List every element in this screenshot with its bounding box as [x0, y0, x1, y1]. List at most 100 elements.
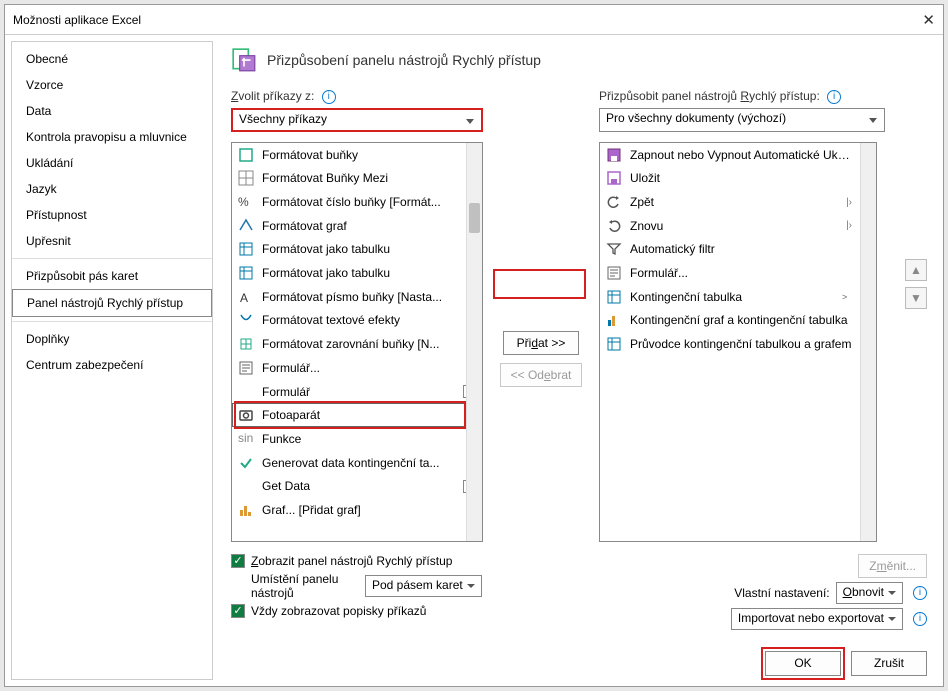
list-item[interactable]: AFormátovat písmo buňky [Nasta...: [232, 285, 482, 309]
item-label: Kontingenční graf a kontingenční tabulka: [630, 313, 852, 327]
item-label: Formátovat Buňky Mezi: [262, 171, 458, 185]
show-qat-checkbox-row[interactable]: ✓ Zobrazit panel nástrojů Rychlý přístup: [231, 554, 571, 568]
item-label: Formátovat graf: [262, 219, 458, 233]
add-button[interactable]: Přidat >>: [503, 331, 579, 355]
list-item[interactable]: Automatický filtr: [600, 238, 858, 262]
svg-text:%: %: [238, 195, 249, 209]
help-icon[interactable]: i: [913, 586, 927, 600]
commands-listbox[interactable]: Formátovat buňky Formátovat Buňky Mezi% Fo…: [231, 142, 483, 542]
command-icon: A: [238, 289, 254, 305]
svg-text:sinθ: sinθ: [238, 431, 254, 445]
list-item[interactable]: % Formátovat číslo buňky [Formát...: [232, 190, 482, 214]
sidebar-item[interactable]: Obecné: [12, 46, 212, 72]
scrollbar[interactable]: [466, 143, 482, 541]
list-item[interactable]: Průvodce kontingenční tabulkou a grafem: [600, 332, 858, 356]
list-item[interactable]: Uložit: [600, 167, 858, 191]
item-label: Uložit: [630, 171, 852, 185]
sidebar-item[interactable]: Doplňky: [12, 326, 212, 352]
list-item[interactable]: Formátovat zarovnání buňky [N...: [232, 332, 482, 356]
command-icon: [606, 194, 622, 210]
reorder-buttons: ▲ ▼: [905, 259, 927, 542]
middle-buttons: Přidat >> << Odebrat: [495, 89, 587, 542]
main-panel: Přizpůsobení panelu nástrojů Rychlý přís…: [219, 35, 943, 686]
command-icon: [238, 384, 254, 400]
reset-dropdown[interactable]: Obnovit: [836, 582, 903, 604]
sidebar-item[interactable]: Ukládání: [12, 150, 212, 176]
separator: [12, 258, 212, 259]
item-label: Formátovat buňky: [262, 148, 458, 162]
item-label: Generovat data kontingenční ta...: [262, 456, 458, 470]
choose-commands-dropdown[interactable]: Všechny příkazy: [231, 108, 483, 132]
checkbox-icon: ✓: [231, 554, 245, 568]
sidebar-item[interactable]: Kontrola pravopisu a mluvnice: [12, 124, 212, 150]
help-icon[interactable]: i: [322, 90, 336, 104]
command-icon: sinθ: [238, 431, 254, 447]
move-down-button[interactable]: ▼: [905, 287, 927, 309]
scroll-thumb[interactable]: [469, 203, 480, 233]
list-item[interactable]: Formátovat textové efekty: [232, 309, 482, 333]
item-label: Kontingenční tabulka: [630, 290, 834, 304]
list-item[interactable]: Get Data▾: [232, 474, 482, 498]
list-item[interactable]: Formulář▾: [232, 380, 482, 404]
list-item[interactable]: Kontingenční tabulka>: [600, 285, 858, 309]
customize-scope-dropdown[interactable]: Pro všechny dokumenty (výchozí): [599, 108, 885, 132]
sidebar-item[interactable]: Panel nástrojů Rychlý přístup: [12, 289, 212, 317]
modify-button[interactable]: Změnit...: [858, 554, 927, 578]
sidebar-item[interactable]: Data: [12, 98, 212, 124]
list-item[interactable]: Formulář...: [600, 261, 858, 285]
sidebar-item[interactable]: Vzorce: [12, 72, 212, 98]
right-column: Přizpůsobit panel nástrojů Rychlý přístu…: [599, 89, 889, 542]
command-icon: %: [238, 194, 254, 210]
list-item[interactable]: Formátovat buňky: [232, 143, 482, 167]
help-icon[interactable]: i: [827, 90, 841, 104]
command-icon: [606, 312, 622, 328]
command-icon: [238, 170, 254, 186]
scrollbar[interactable]: [860, 143, 876, 541]
command-icon: [606, 336, 622, 352]
list-item[interactable]: Zapnout nebo Vypnout Automatické Uklá...: [600, 143, 858, 167]
move-up-button[interactable]: ▲: [905, 259, 927, 281]
dialog-body: ObecnéVzorceDataKontrola pravopisu a mlu…: [5, 35, 943, 686]
list-item[interactable]: Formulář...: [232, 356, 482, 380]
list-item[interactable]: Formátovat jako tabulku>: [232, 238, 482, 262]
import-export-dropdown[interactable]: Importovat nebo exportovat: [731, 608, 903, 630]
list-item[interactable]: Formátovat graf: [232, 214, 482, 238]
help-icon[interactable]: i: [913, 612, 927, 626]
item-label: Get Data: [262, 479, 455, 493]
item-label: Formulář...: [630, 266, 852, 280]
list-item[interactable]: Generovat data kontingenční ta...: [232, 451, 482, 475]
split-indicator-icon: |›: [846, 220, 852, 231]
remove-button[interactable]: << Odebrat: [500, 363, 583, 387]
list-item[interactable]: Formátovat Buňky Mezi: [232, 167, 482, 191]
item-label: Automatický filtr: [630, 242, 852, 256]
sidebar-item[interactable]: Centrum zabezpečení: [12, 352, 212, 378]
list-item[interactable]: Formátovat jako tabulku>: [232, 261, 482, 285]
command-icon: [238, 312, 254, 328]
cancel-button[interactable]: Zrušit: [851, 651, 927, 676]
list-item[interactable]: Zpět|›: [600, 190, 858, 214]
position-dropdown[interactable]: Pod pásem karet: [365, 575, 482, 597]
list-item[interactable]: sinθFunkce>: [232, 427, 482, 451]
item-label: Formátovat číslo buňky [Formát...: [262, 195, 458, 209]
command-icon: [238, 455, 254, 471]
list-item[interactable]: Fotoaparát: [232, 403, 482, 427]
item-label: Funkce: [262, 432, 458, 446]
command-icon: [238, 218, 254, 234]
item-label: Zapnout nebo Vypnout Automatické Uklá...: [630, 148, 852, 162]
list-item[interactable]: Znovu|›: [600, 214, 858, 238]
sidebar-item[interactable]: Upřesnit: [12, 228, 212, 254]
sidebar-item[interactable]: Přizpůsobit pás karet: [12, 263, 212, 289]
titlebar: Možnosti aplikace Excel ✕: [5, 5, 943, 35]
qat-listbox[interactable]: Zapnout nebo Vypnout Automatické Uklá...…: [599, 142, 877, 542]
dialog-title: Možnosti aplikace Excel: [13, 13, 905, 27]
item-label: Fotoaparát: [262, 408, 458, 422]
always-labels-checkbox-row[interactable]: ✓ Vždy zobrazovat popisky příkazů: [231, 604, 571, 618]
list-item[interactable]: Graf... [Přidat graf]: [232, 498, 482, 522]
sidebar-item[interactable]: Jazyk: [12, 176, 212, 202]
ok-button[interactable]: OK: [765, 651, 841, 676]
command-icon: [238, 478, 254, 494]
position-label: Umístění panelu nástrojů: [251, 572, 351, 600]
sidebar-item[interactable]: Přístupnost: [12, 202, 212, 228]
close-icon[interactable]: ✕: [905, 11, 935, 29]
list-item[interactable]: Kontingenční graf a kontingenční tabulka: [600, 309, 858, 333]
